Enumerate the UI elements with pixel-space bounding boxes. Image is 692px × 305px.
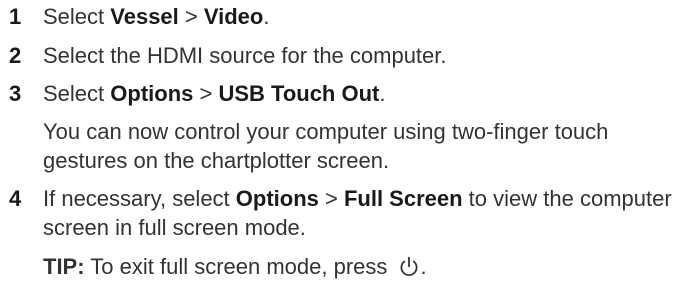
step-text-pre: Select [43,81,111,106]
step-number: 4 [9,186,22,211]
instruction-list: 1 Select Vessel > Video. 2 Select the HD… [0,2,692,305]
tip: TIP: To exit full screen mode, press . [43,252,692,281]
step-text-post: . [263,4,270,29]
step-text: Select Vessel > Video. [43,2,692,31]
step-number: 3 [9,81,22,106]
menu-separator: > [193,81,219,106]
tip-text: To exit full screen mode, press [84,254,394,279]
step-2: 2 Select the HDMI source for the compute… [9,41,692,70]
step-3-note: You can now control your computer using … [43,119,609,173]
menu-separator: > [178,4,204,29]
step-3: 3 Select Options > USB Touch Out. [9,79,692,108]
power-icon [398,256,420,278]
step-text-pre: Select [43,4,111,29]
step-number: 2 [9,43,22,68]
step-text-post: . [379,81,386,106]
menu-options: Options [110,81,194,106]
step-text: Select the HDMI source for the computer. [43,43,447,68]
tip-end: . [420,254,427,279]
step-number: 1 [9,4,22,29]
menu-usb-touch-out: USB Touch Out [218,81,380,106]
menu-separator: > [318,186,344,211]
menu-options: Options [235,186,319,211]
menu-vessel: Vessel [110,4,179,29]
step-text: If necessary, select Options > Full Scre… [43,184,692,242]
menu-full-screen: Full Screen [343,186,463,211]
step-text-pre: If necessary, select [43,186,236,211]
step-1: 1 Select Vessel > Video. [9,2,692,31]
step-text: Select Options > USB Touch Out. [43,79,692,108]
menu-video: Video [203,4,264,29]
step-4: 4 If necessary, select Options > Full Sc… [9,184,692,242]
tip-label: TIP: [43,254,85,279]
